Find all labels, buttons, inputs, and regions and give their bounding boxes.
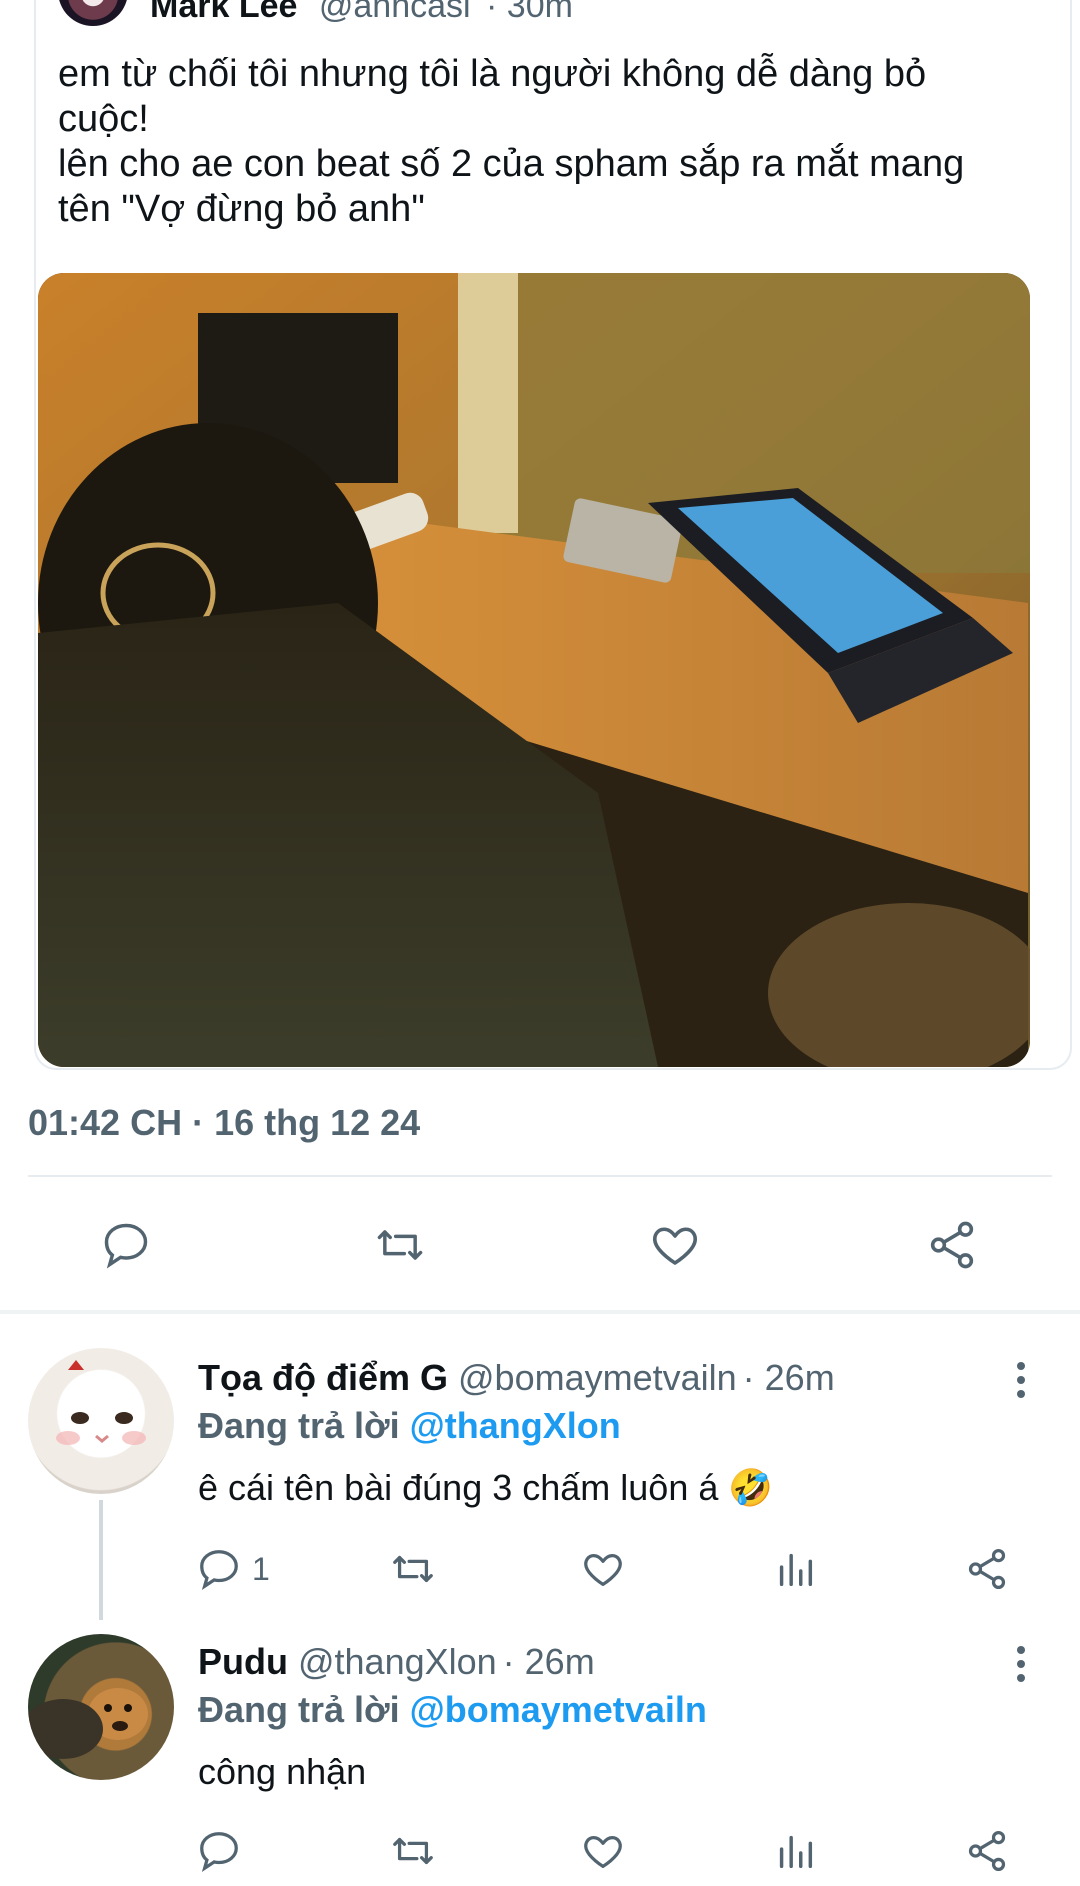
share-button[interactable] [922, 1215, 982, 1275]
section-separator [0, 1310, 1080, 1314]
share-button[interactable] [964, 1544, 1010, 1594]
views-button[interactable] [772, 1826, 818, 1876]
reply-button[interactable] [196, 1826, 242, 1876]
retweet-button[interactable] [390, 1544, 436, 1594]
retweet-icon [377, 1230, 423, 1260]
divider [28, 1175, 1052, 1177]
share-button[interactable] [964, 1826, 1010, 1876]
retweet-button[interactable] [370, 1215, 430, 1275]
tweet-timestamp[interactable]: 01:42 CH · 16 thg 12 24 [28, 1102, 420, 1144]
more-options-button[interactable] [1006, 1642, 1036, 1686]
retweet-button[interactable] [390, 1826, 436, 1876]
share-icon [968, 1830, 1006, 1872]
replying-to: Đang trả lời @thangXlon [198, 1404, 621, 1448]
quoted-tweet-text: em từ chối tôi nhưng tôi là người không … [58, 53, 965, 230]
reply-icon [200, 1550, 238, 1591]
cat-avatar-image [56, 1360, 146, 1445]
reply-text: công nhận [198, 1751, 367, 1792]
like-button[interactable] [580, 1544, 626, 1594]
reply-author-name[interactable]: Pudu [198, 1641, 288, 1682]
reply-time: · 26m [502, 1641, 595, 1682]
pudu-avatar-image [28, 1688, 148, 1759]
replying-mention-link[interactable]: @thangXlon [410, 1405, 621, 1446]
thread-connector-line [99, 1500, 103, 1620]
quoted-author-handle[interactable]: @anhcasi [319, 0, 471, 25]
reply-author-name[interactable]: Tọa độ điểm G [198, 1357, 448, 1398]
replying-mention-link[interactable]: @bomaymetvailn [410, 1689, 707, 1730]
views-chart-icon [779, 1553, 813, 1587]
quoted-author-name[interactable]: Mark Lee [150, 0, 297, 25]
replying-to: Đang trả lời @bomaymetvailn [198, 1688, 707, 1732]
studio-desk-photo [38, 273, 1030, 1067]
like-icon [584, 1553, 622, 1586]
retweet-icon [393, 1555, 433, 1583]
reply-button[interactable] [96, 1215, 156, 1275]
reply-count: 1 [252, 1550, 270, 1587]
quoted-tweet-time: · 30m [486, 0, 573, 25]
reply-button[interactable]: 1 [196, 1544, 270, 1594]
reply-text: ê cái tên bài đúng 3 chấm luôn á 🤣 [198, 1467, 774, 1508]
more-options-button[interactable] [1006, 1358, 1036, 1402]
like-button[interactable] [645, 1215, 705, 1275]
replying-prefix: Đang trả lời [198, 1689, 400, 1730]
quoted-tweet-header: Mark Lee @anhcasi · 30m [150, 0, 573, 26]
retweet-icon [393, 1837, 433, 1865]
reply-icon [200, 1832, 238, 1873]
like-button[interactable] [580, 1826, 626, 1876]
reply-time: · 26m [742, 1357, 835, 1398]
share-icon [930, 1221, 974, 1269]
quoted-tweet-photo[interactable] [38, 273, 1030, 1067]
views-chart-icon [779, 1835, 813, 1869]
replying-prefix: Đang trả lời [198, 1405, 400, 1446]
share-icon [968, 1548, 1006, 1590]
reply-author-avatar[interactable] [28, 1634, 174, 1780]
views-button[interactable] [772, 1544, 818, 1594]
reply-icon [104, 1223, 148, 1269]
like-icon [584, 1835, 622, 1868]
reply-author-avatar[interactable] [28, 1348, 174, 1494]
reply-author-handle[interactable]: @bomaymetvailn [458, 1357, 737, 1398]
reply-author-handle[interactable]: @thangXlon [298, 1641, 497, 1682]
like-icon [653, 1227, 697, 1265]
